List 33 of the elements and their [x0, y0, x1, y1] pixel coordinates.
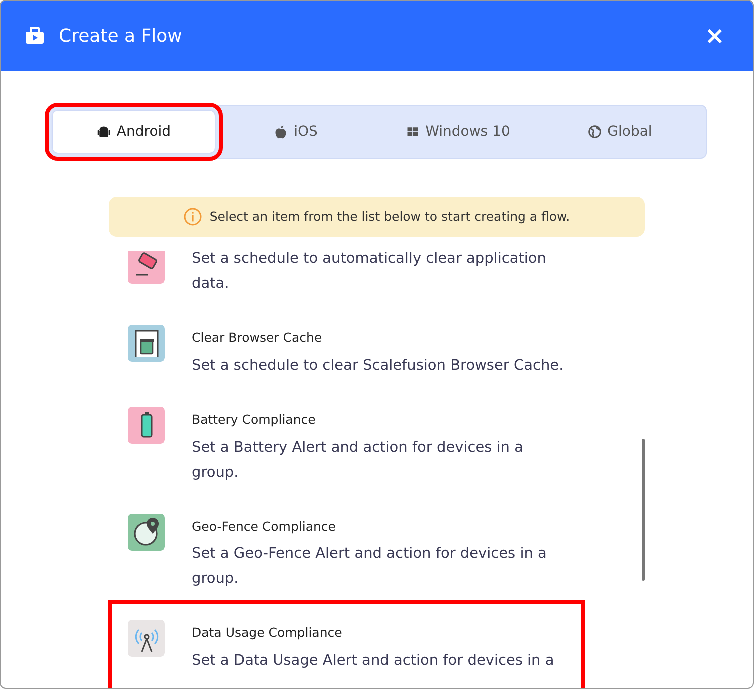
- antenna-icon: [128, 620, 165, 658]
- flow-item[interactable]: Set a schedule to automatically clear application data.: [128, 251, 573, 305]
- platform-tab[interactable]: iOS: [215, 111, 377, 153]
- info-icon: [184, 208, 202, 226]
- flow-item-description: Set a schedule to clear Scalefusion Browser Cache.: [192, 356, 564, 376]
- windows-icon: [406, 125, 420, 139]
- flow-item-description: Set a Battery Alert and action for devices in a group.: [192, 438, 524, 482]
- flow-item-title[interactable]: Data Usage Compliance: [192, 624, 554, 643]
- dialog-title: Create a Flow: [59, 24, 182, 48]
- close-button[interactable]: ×: [700, 24, 729, 48]
- flow-item[interactable]: Battery Compliance Set a Battery Alert and action for devices in a group.: [128, 398, 573, 494]
- platform-tab[interactable]: Global: [539, 111, 701, 153]
- scrollbar[interactable]: [642, 439, 645, 581]
- highlighted-flow-item[interactable]: Data Usage Compliance Set a Data Usage Alert and action for devices in a: [120, 612, 573, 682]
- notice-text: Select an item from the list below to start creating a flow.: [210, 208, 570, 226]
- apple-icon: [274, 125, 288, 139]
- flow-item-title[interactable]: Battery Compliance: [192, 410, 573, 430]
- android-icon: [96, 125, 111, 139]
- platform-tab[interactable]: Android: [53, 111, 215, 153]
- flow-item-description: Set a Data Usage Alert and action for devices in a: [192, 652, 554, 671]
- map-pin-globe-icon: [128, 514, 165, 550]
- flow-item-title[interactable]: Geo-Fence Compliance: [192, 518, 573, 536]
- trash-browser-icon: [128, 325, 165, 362]
- platform-tab[interactable]: Windows 10: [377, 111, 539, 153]
- flow-item[interactable]: Clear Browser Cache Set a schedule to clear Scalefusion Browser Cache.: [128, 317, 573, 387]
- flow-icon: [25, 27, 45, 45]
- globe-icon: [588, 125, 602, 139]
- flow-item-description: Set a schedule to automatically clear application data.: [192, 251, 548, 294]
- eraser-icon: [128, 251, 165, 284]
- flow-item-description: Set a Geo-Fence Alert and action for devices in a group.: [192, 545, 548, 590]
- flow-item[interactable]: Geo-Fence Compliance Set a Geo-Fence Alert and action for devices in a group.: [128, 506, 573, 600]
- flow-item-title[interactable]: Clear Browser Cache: [192, 329, 564, 348]
- battery-icon: [128, 406, 165, 444]
